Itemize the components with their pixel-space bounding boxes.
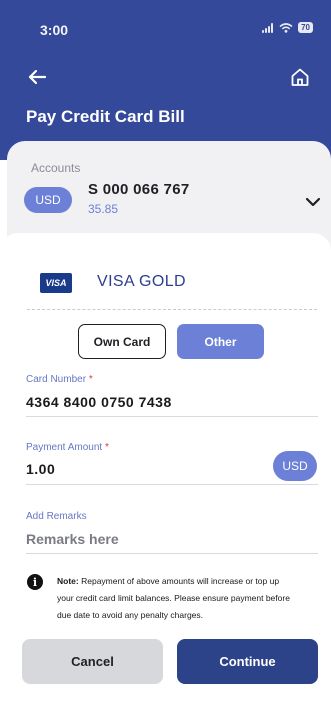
back-arrow-icon[interactable]	[26, 66, 48, 88]
payment-form: VISA VISA GOLD Own Card Other Card Numbe…	[0, 233, 331, 711]
required-mark: *	[88, 374, 93, 385]
status-time: 3:00	[40, 22, 69, 38]
note-body: Repayment of above amounts will increase…	[57, 576, 290, 620]
app-header: 3:00 70 Pay Credit Card Bill	[0, 0, 331, 160]
cancel-button[interactable]: Cancel	[22, 639, 163, 684]
signal-icon	[262, 22, 274, 33]
account-balance: 35.85	[88, 202, 119, 216]
remarks-input[interactable]	[26, 529, 286, 549]
continue-button[interactable]: Continue	[177, 639, 318, 684]
payment-amount-label: Payment Amount *	[26, 442, 109, 453]
account-currency-badge: USD	[24, 187, 72, 213]
home-icon[interactable]	[289, 66, 311, 88]
accounts-label: Accounts	[31, 161, 81, 175]
account-number: S 000 066 767	[88, 181, 190, 198]
payment-amount-label-text: Payment Amount	[26, 442, 103, 453]
wifi-icon	[279, 22, 293, 33]
page-title: Pay Credit Card Bill	[26, 107, 185, 126]
card-number-field[interactable]: 4364 8400 0750 7438	[26, 394, 172, 410]
own-card-button[interactable]: Own Card	[78, 324, 166, 359]
info-icon: i	[27, 574, 43, 590]
card-number-label-text: Card Number	[26, 374, 87, 385]
status-icons: 70	[262, 22, 313, 33]
remarks-label: Add Remarks	[26, 511, 87, 522]
remarks-underline	[26, 553, 318, 554]
card-number-underline	[26, 416, 318, 417]
chevron-down-icon[interactable]	[305, 196, 321, 208]
note-lead: Note:	[57, 576, 79, 586]
card-name: VISA GOLD	[97, 273, 186, 290]
amount-currency-button[interactable]: USD	[273, 451, 317, 481]
note-text: Note: Repayment of above amounts will in…	[57, 573, 297, 624]
card-number-label: Card Number *	[26, 374, 93, 385]
other-card-button[interactable]: Other	[177, 324, 264, 359]
required-mark: *	[104, 442, 109, 453]
visa-logo: VISA	[40, 273, 72, 293]
battery-icon: 70	[298, 22, 313, 33]
divider	[27, 309, 317, 310]
payment-amount-underline	[26, 484, 318, 485]
payment-amount-field[interactable]: 1.00	[26, 461, 55, 477]
